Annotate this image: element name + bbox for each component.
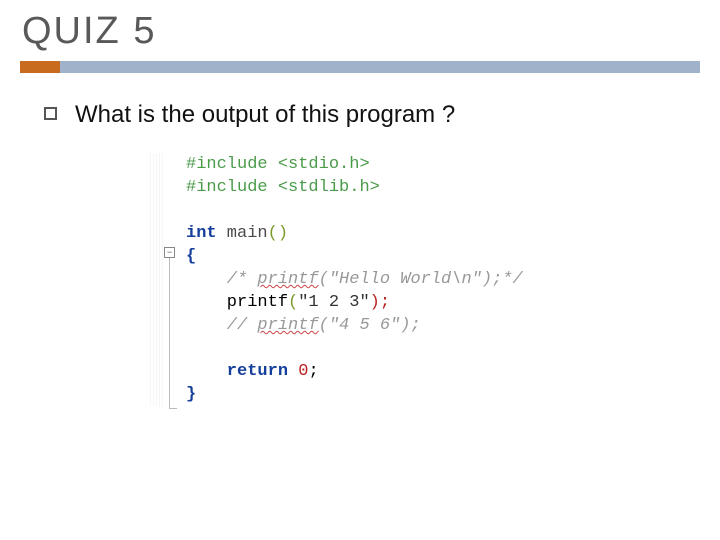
parens: () [268, 224, 288, 243]
comment2-open: // [186, 316, 257, 335]
bullet-text: What is the output of this program ? [75, 101, 455, 129]
rule-main [60, 61, 700, 73]
literal-zero: 0 [298, 362, 308, 381]
space [288, 362, 298, 381]
kw-return: return [186, 362, 288, 381]
bullet-marker-icon [44, 107, 57, 120]
stmt-close: ); [370, 293, 390, 312]
bullet-item: What is the output of this program ? [44, 101, 700, 129]
comment-printf: printf [257, 270, 318, 289]
comment2-rest: ("4 5 6"); [319, 316, 421, 335]
header-stdlib: <stdlib.h> [268, 178, 380, 197]
rule-accent [20, 61, 60, 73]
code-block: − #include <stdio.h> #include <stdlib.h>… [150, 153, 700, 406]
comment-rest: ("Hello World\n");*/ [319, 270, 523, 289]
fold-line [169, 258, 170, 408]
string-123: "1 2 3" [298, 293, 369, 312]
semicolon: ; [308, 362, 318, 381]
comment-open: /* [186, 270, 257, 289]
preproc-include: #include [186, 178, 268, 197]
fold-toggle-icon[interactable]: − [164, 247, 175, 258]
fold-gutter: − [164, 153, 180, 406]
brace-open: { [186, 247, 196, 266]
preproc-include: #include [186, 155, 268, 174]
editor-gutter [150, 153, 164, 406]
comment2-printf: printf [257, 316, 318, 335]
fold-end [169, 408, 177, 409]
paren-open: ( [288, 293, 298, 312]
call-printf: printf [186, 293, 288, 312]
code-text: #include <stdio.h> #include <stdlib.h> i… [180, 153, 523, 406]
title-rule [20, 61, 700, 73]
brace-close: } [186, 385, 196, 404]
slide-title: QUIZ 5 [22, 10, 700, 53]
slide: QUIZ 5 What is the output of this progra… [0, 0, 720, 540]
fn-main: main [217, 224, 268, 243]
header-stdio: <stdio.h> [268, 155, 370, 174]
kw-int: int [186, 224, 217, 243]
